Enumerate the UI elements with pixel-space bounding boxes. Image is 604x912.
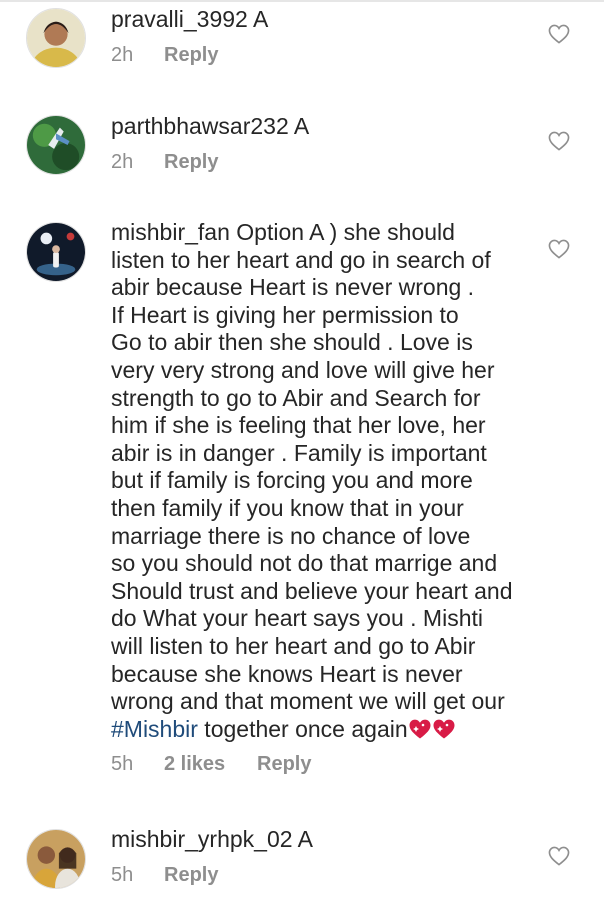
comment-meta: 5h 2 likes Reply xyxy=(111,753,531,781)
reply-button[interactable]: Reply xyxy=(164,864,218,887)
comment-username[interactable]: mishbir_yrhpk_02 xyxy=(111,826,293,852)
comment-meta: 2h Reply xyxy=(111,44,531,72)
comment-timestamp: 5h xyxy=(111,753,134,776)
comment-username[interactable]: pravalli_3992 xyxy=(111,6,248,32)
user-avatar[interactable] xyxy=(26,829,86,889)
comment-text: pravalli_3992 A xyxy=(111,6,531,34)
heart-outline-icon[interactable] xyxy=(548,239,570,259)
heart-outline-icon[interactable] xyxy=(548,846,570,866)
heart-outline-icon[interactable] xyxy=(548,24,570,44)
comment-meta: 2h Reply xyxy=(111,151,531,179)
comment-username[interactable]: parthbhawsar232 xyxy=(111,113,289,139)
comment-timestamp: 2h xyxy=(111,150,134,173)
comment-body: A xyxy=(292,826,313,852)
likes-count[interactable]: 2 likes xyxy=(164,753,225,776)
top-divider xyxy=(0,0,604,2)
user-avatar[interactable] xyxy=(26,8,86,68)
heart-outline-icon[interactable] xyxy=(548,131,570,151)
reply-button[interactable]: Reply xyxy=(164,151,218,174)
comment-body: A xyxy=(247,6,269,32)
comment-timestamp: 2h xyxy=(111,43,134,66)
comment-timestamp: 5h xyxy=(111,863,134,886)
reply-button[interactable]: Reply xyxy=(257,753,311,776)
sparkling-heart-emoji xyxy=(408,718,432,740)
comment-text: mishbir_fan Option A ) she should listen… xyxy=(111,219,513,742)
comment-text: parthbhawsar232 A xyxy=(111,113,531,141)
comment-body: A xyxy=(288,113,310,139)
comment-text: mishbir_yrhpk_02 A xyxy=(111,826,531,854)
reply-button[interactable]: Reply xyxy=(164,44,218,67)
user-avatar[interactable] xyxy=(26,222,86,282)
sparkling-heart-emoji xyxy=(432,718,456,740)
comment-meta: 5h Reply xyxy=(111,864,531,892)
comment-username[interactable]: mishbir_fan xyxy=(111,219,230,245)
user-avatar[interactable] xyxy=(26,115,86,175)
hashtag-link[interactable]: #Mishbir xyxy=(111,716,198,742)
